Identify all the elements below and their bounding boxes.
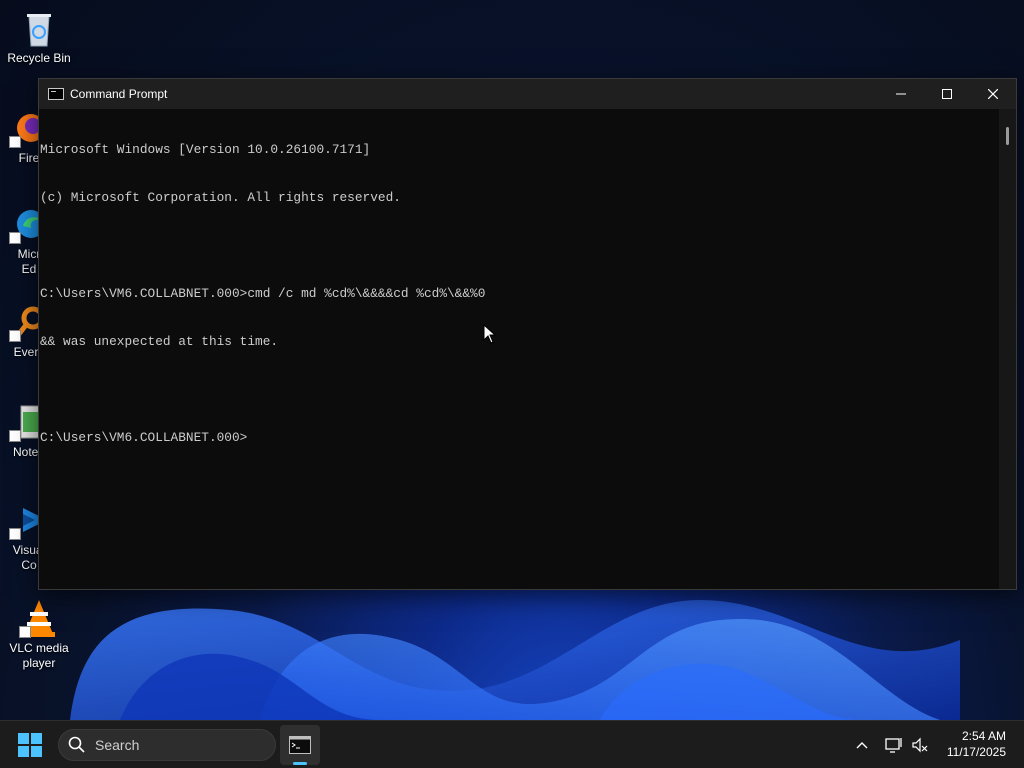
taskbar: Search 2:54 AM 11/17/2025: [0, 720, 1024, 768]
clock-time: 2:54 AM: [961, 729, 1006, 743]
running-indicator: [293, 762, 307, 765]
cmd-app-icon: [48, 88, 64, 100]
taskbar-search-box[interactable]: Search: [58, 729, 276, 761]
window-title: Command Prompt: [70, 87, 168, 101]
vertical-scrollbar[interactable]: [999, 109, 1016, 589]
console-prompt-line: C:\Users\VM6.COLLABNET.000>: [40, 430, 248, 445]
shortcut-arrow-icon: [9, 330, 21, 342]
taskbar-clock[interactable]: 2:54 AM 11/17/2025: [947, 728, 1006, 760]
console-line: Microsoft Windows [Version 10.0.26100.71…: [40, 142, 371, 157]
shortcut-arrow-icon: [9, 430, 21, 442]
desktop-icon-label: VLC media player: [9, 641, 69, 670]
shortcut-arrow-icon: [9, 232, 21, 244]
console-line: (c) Microsoft Corporation. All rights re…: [40, 190, 401, 205]
search-icon: [68, 736, 85, 753]
maximize-button[interactable]: [924, 79, 970, 109]
taskbar-app-command-prompt[interactable]: [280, 725, 320, 765]
network-status-button[interactable]: [884, 735, 904, 755]
terminal-icon: [289, 736, 311, 754]
shortcut-arrow-icon: [9, 136, 21, 148]
minimize-icon: [896, 93, 906, 95]
start-button[interactable]: [18, 733, 42, 757]
command-prompt-window[interactable]: Command Prompt Microsoft Windows [Versio…: [38, 78, 1017, 590]
clock-date: 11/17/2025: [946, 745, 1006, 759]
recycle-bin-icon: [19, 8, 59, 48]
close-button[interactable]: [970, 79, 1016, 109]
scrollbar-thumb[interactable]: [1006, 127, 1009, 145]
console-output[interactable]: Microsoft Windows [Version 10.0.26100.71…: [39, 109, 999, 589]
windows-logo-icon: [18, 733, 42, 757]
minimize-button[interactable]: [878, 79, 924, 109]
mouse-cursor-icon: [483, 324, 497, 344]
show-hidden-icons-button[interactable]: [852, 735, 872, 755]
shortcut-arrow-icon: [19, 626, 31, 638]
close-icon: [988, 89, 998, 99]
chevron-up-icon: [856, 742, 868, 749]
search-placeholder: Search: [95, 737, 140, 753]
console-line: C:\Users\VM6.COLLABNET.000>cmd /c md %cd…: [40, 286, 486, 301]
title-bar[interactable]: Command Prompt: [39, 79, 1016, 109]
desktop-icon-label: Recycle Bin: [7, 51, 71, 65]
desktop-icon-vlc[interactable]: VLC media player: [2, 598, 76, 671]
speaker-muted-icon: [912, 737, 928, 753]
shortcut-arrow-icon: [9, 528, 21, 540]
vlc-cone-icon: [19, 598, 59, 638]
desktop-icon-recycle-bin[interactable]: Recycle Bin: [2, 8, 76, 66]
console-line: && was unexpected at this time.: [40, 334, 279, 349]
maximize-icon: [942, 89, 952, 99]
volume-button[interactable]: [910, 735, 930, 755]
network-monitor-icon: [885, 738, 902, 753]
